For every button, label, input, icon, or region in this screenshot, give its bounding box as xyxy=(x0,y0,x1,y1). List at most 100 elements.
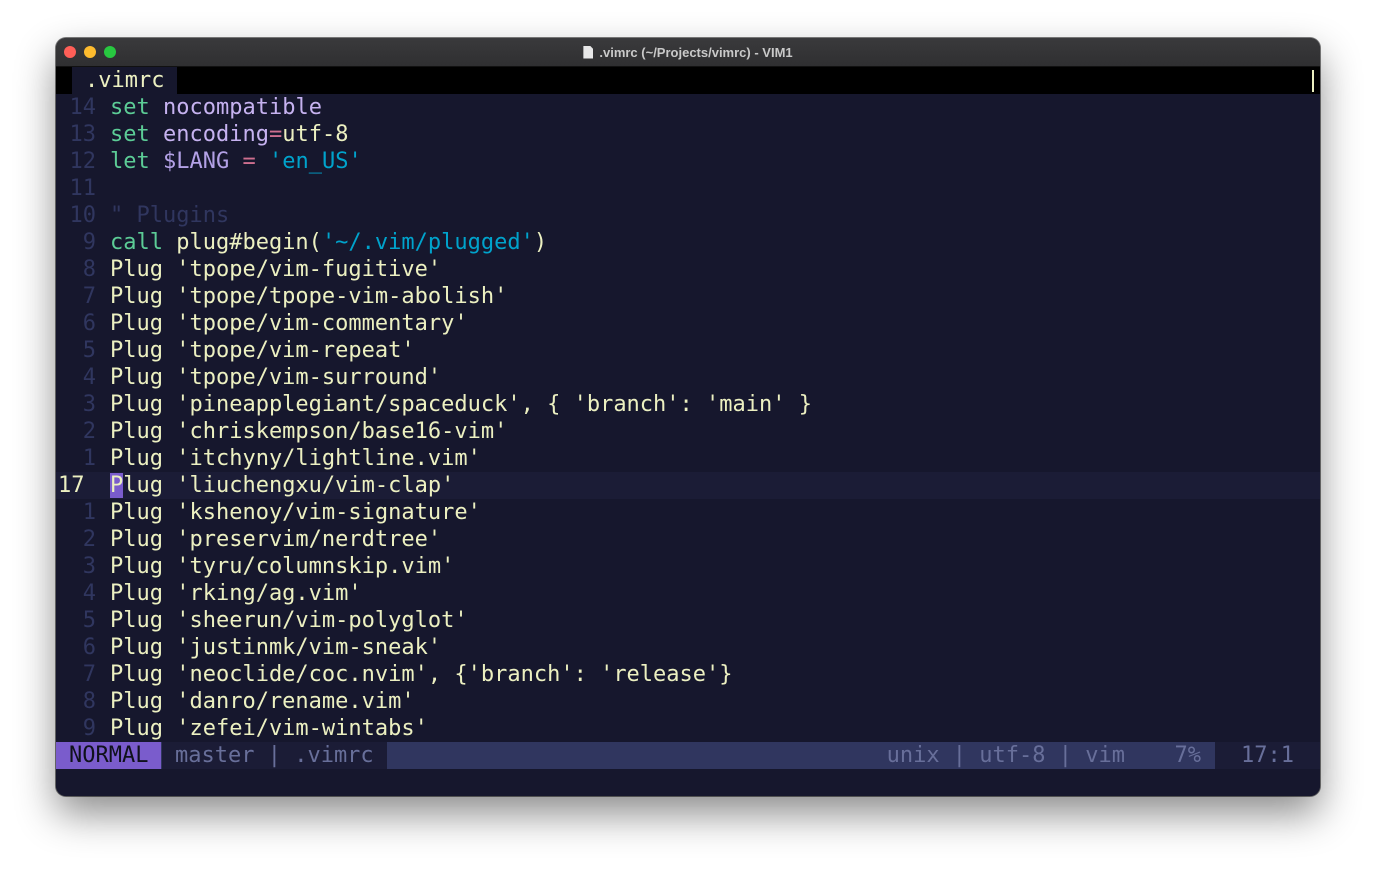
code-token: = xyxy=(268,122,283,147)
code-line[interactable]: 10 " Plugins xyxy=(56,202,1320,229)
code-line[interactable]: 12 let $LANG = 'en_US' xyxy=(56,148,1320,175)
line-text: Plug 'tpope/vim-commentary' xyxy=(110,310,468,337)
code-token: = xyxy=(242,149,256,174)
line-text: Plug 'tpope/vim-repeat' xyxy=(110,337,415,364)
line-number: 9 xyxy=(82,230,96,255)
code-token: Plug 'sheerun/vim-polyglot' xyxy=(110,608,468,633)
code-token: Plug 'preservim/nerdtree' xyxy=(110,527,442,552)
title-bar[interactable]: .vimrc (~/Projects/vimrc) - VIM1 xyxy=(56,38,1320,67)
line-text: Plug 'neoclide/coc.nvim', {'branch': 're… xyxy=(110,661,733,688)
line-number: 2 xyxy=(82,527,96,552)
code-line[interactable]: 3 Plug 'tyru/columnskip.vim' xyxy=(56,553,1320,580)
code-line[interactable]: 1 Plug 'kshenoy/vim-signature' xyxy=(56,499,1320,526)
vim-window: .vimrc (~/Projects/vimrc) - VIM1 .vimrc … xyxy=(56,38,1320,796)
code-token: Plug 'zefei/vim-wintabs' xyxy=(110,716,428,741)
code-token: Plug 'neoclide/coc.nvim', {'branch': 're… xyxy=(110,662,733,687)
code-token: 'en_US' xyxy=(268,149,362,174)
code-token: set xyxy=(110,122,150,147)
code-token: nocompatible xyxy=(163,95,322,120)
code-line[interactable]: 9 Plug 'zefei/vim-wintabs' xyxy=(56,715,1320,742)
mode-indicator: NORMAL xyxy=(56,742,162,769)
code-token: ) xyxy=(533,230,548,255)
code-line[interactable]: 2 Plug 'chriskempson/base16-vim' xyxy=(56,418,1320,445)
line-number: 8 xyxy=(82,689,96,714)
code-line[interactable]: 4 Plug 'rking/ag.vim' xyxy=(56,580,1320,607)
line-number: 13 xyxy=(69,122,97,147)
code-token: plug#begin( xyxy=(162,230,322,255)
line-number: 4 xyxy=(82,581,96,606)
code-line[interactable]: 6 Plug 'justinmk/vim-sneak' xyxy=(56,634,1320,661)
code-token: set xyxy=(110,95,150,120)
code-token: Plug 'tpope/vim-commentary' xyxy=(110,311,468,336)
code-line[interactable]: 11 xyxy=(56,175,1320,202)
code-line[interactable]: 14 set nocompatible xyxy=(56,94,1320,121)
code-line[interactable]: 3 Plug 'pineapplegiant/spaceduck', { 'bra… xyxy=(56,391,1320,418)
tab-vimrc[interactable]: .vimrc xyxy=(72,67,178,94)
line-text: Plug 'chriskempson/base16-vim' xyxy=(110,418,507,445)
code-token: Plug 'tpope/vim-repeat' xyxy=(110,338,415,363)
line-number: 2 xyxy=(82,419,96,444)
code-line[interactable]: 7 Plug 'tpope/tpope-vim-abolish' xyxy=(56,283,1320,310)
current-line[interactable]: 17 Plug 'liuchengxu/vim-clap' xyxy=(56,472,1320,499)
tab-line: .vimrc xyxy=(56,67,1320,94)
code-token: Plug 'justinmk/vim-sneak' xyxy=(110,635,442,660)
line-text: Plug 'itchyny/lightline.vim' xyxy=(110,445,481,472)
text-cursor: P xyxy=(110,473,124,498)
code-line[interactable]: 5 Plug 'tpope/vim-repeat' xyxy=(56,337,1320,364)
code-token: Plug 'tyru/columnskip.vim' xyxy=(110,554,455,579)
code-token: Plug 'itchyny/lightline.vim' xyxy=(110,446,481,471)
code-line[interactable]: 2 Plug 'preservim/nerdtree' xyxy=(56,526,1320,553)
code-token: $LANG xyxy=(163,149,230,174)
line-number: 6 xyxy=(82,311,96,336)
line-number: 5 xyxy=(82,338,96,363)
line-number: 1 xyxy=(82,446,96,471)
line-text: Plug 'tpope/vim-surround' xyxy=(110,364,441,391)
line-text: set nocompatible xyxy=(110,94,322,121)
code-line[interactable]: 13 set encoding=utf-8 xyxy=(56,121,1320,148)
file-format-info: unix | utf-8 | vim xyxy=(886,743,1125,768)
line-text: Plug 'kshenoy/vim-signature' xyxy=(110,499,481,526)
line-number: 6 xyxy=(82,635,96,660)
line-number: 9 xyxy=(82,716,96,741)
line-number: 4 xyxy=(82,365,96,390)
tabline-scroll-marker xyxy=(1312,70,1314,92)
line-text: Plug 'liuchengxu/vim-clap' xyxy=(110,472,454,499)
code-token: Plug 'tpope/tpope-vim-abolish' xyxy=(110,284,508,309)
line-number: 17 xyxy=(58,473,85,498)
code-line[interactable]: 4 Plug 'tpope/vim-surround' xyxy=(56,364,1320,391)
line-text: Plug 'rking/ag.vim' xyxy=(110,580,362,607)
code-line[interactable]: 1 Plug 'itchyny/lightline.vim' xyxy=(56,445,1320,472)
editor-buffer[interactable]: 14 set nocompatible 13 set encoding=utf-8 12… xyxy=(56,94,1320,742)
line-number: 7 xyxy=(82,284,96,309)
code-token: '~/.vim/plugged' xyxy=(321,230,534,255)
code-line[interactable]: 9 call plug#begin('~/.vim/plugged') xyxy=(56,229,1320,256)
code-token: Plug 'chriskempson/base16-vim' xyxy=(110,419,508,444)
code-token: call xyxy=(110,230,163,255)
code-line[interactable]: 8 Plug 'tpope/vim-fugitive' xyxy=(56,256,1320,283)
code-token: Plug 'danro/rename.vim' xyxy=(110,689,415,714)
code-token: Plug 'rking/ag.vim' xyxy=(110,581,362,606)
code-line[interactable]: 5 Plug 'sheerun/vim-polyglot' xyxy=(56,607,1320,634)
line-number: 3 xyxy=(82,554,96,579)
git-branch-file: master | .vimrc xyxy=(162,742,387,769)
line-text: Plug 'preservim/nerdtree' xyxy=(110,526,441,553)
line-number: 1 xyxy=(82,500,96,525)
command-line[interactable] xyxy=(56,769,1320,796)
code-line[interactable]: 8 Plug 'danro/rename.vim' xyxy=(56,688,1320,715)
code-token: Plug 'tpope/vim-fugitive' xyxy=(110,257,442,282)
line-text: Plug 'sheerun/vim-polyglot' xyxy=(110,607,468,634)
line-number: 10 xyxy=(69,203,97,228)
code-line[interactable]: 6 Plug 'tpope/vim-commentary' xyxy=(56,310,1320,337)
code-line[interactable]: 7 Plug 'neoclide/coc.nvim', {'branch': 'r… xyxy=(56,661,1320,688)
code-token: lug 'liuchengxu/vim-clap' xyxy=(123,473,455,498)
line-text: Plug 'justinmk/vim-sneak' xyxy=(110,634,441,661)
line-text: let $LANG = 'en_US' xyxy=(110,148,362,175)
line-number: 3 xyxy=(82,392,96,417)
line-text: Plug 'pineapplegiant/spaceduck', { 'bran… xyxy=(110,391,812,418)
line-text: call plug#begin('~/.vim/plugged') xyxy=(110,229,547,256)
line-text: Plug 'danro/rename.vim' xyxy=(110,688,415,715)
line-number: 14 xyxy=(69,95,97,120)
code-token: Plug 'pineapplegiant/spaceduck', { 'bran… xyxy=(110,392,812,417)
